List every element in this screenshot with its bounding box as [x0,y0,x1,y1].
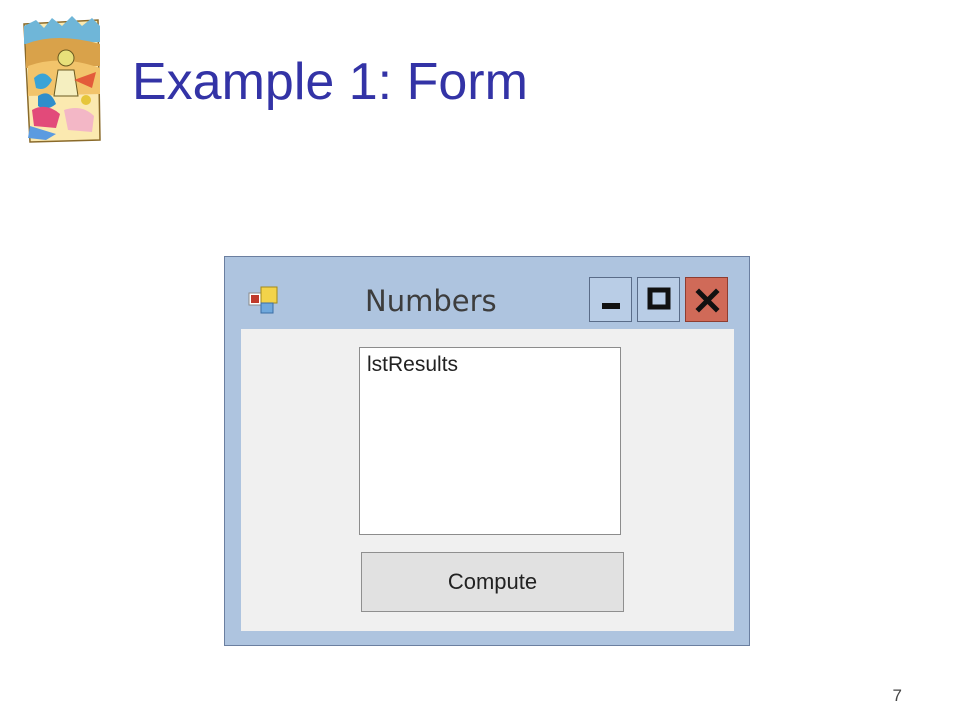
close-button[interactable] [685,277,728,322]
clipart-illustration [23,16,101,143]
listbox-name-label: lstResults [367,353,459,376]
numbers-window: Numbers lstResults Compute [224,256,750,646]
slide-title: Example 1: Form [132,53,528,111]
results-listbox[interactable]: lstResults [359,347,621,535]
form-client-area: lstResults Compute [241,329,734,631]
minimize-button[interactable] [589,277,632,322]
window-title: Numbers [365,284,497,318]
compute-button[interactable]: Compute [361,552,624,612]
minimize-icon [602,303,620,309]
maximize-button[interactable] [637,277,680,322]
close-icon [695,288,720,313]
maximize-icon [647,287,671,310]
slide-page-number: 7 [892,686,902,705]
form-app-icon [247,285,281,317]
slide-clipart [16,14,106,146]
